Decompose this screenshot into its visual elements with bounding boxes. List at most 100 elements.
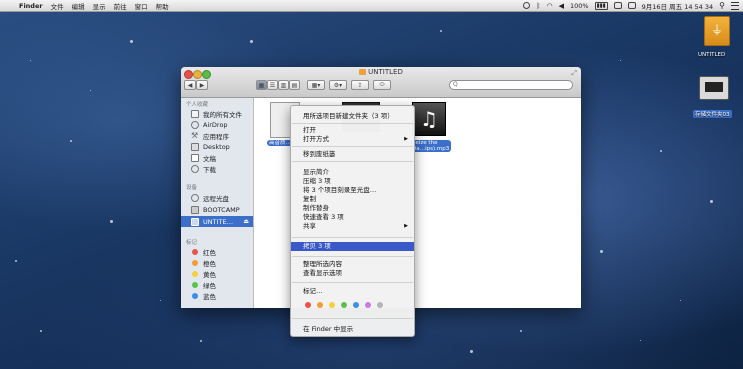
view-list-button[interactable]: ☰ (267, 80, 278, 90)
desktop-icon-untitled[interactable]: ⏚ UNTITLED (698, 14, 740, 64)
back-button[interactable]: ◀ (184, 80, 196, 90)
tag-purple-button[interactable] (365, 302, 371, 308)
sidebar-item-untitled[interactable]: UNTITE… ⏏ (181, 216, 253, 227)
input-source-icon[interactable] (627, 2, 636, 9)
sidebar-tag-orange[interactable]: 橙色 (181, 257, 253, 268)
remote-disc-icon (191, 193, 199, 202)
tag-red-button[interactable] (305, 302, 311, 308)
menu-item-duplicate[interactable]: 复制 (291, 195, 414, 203)
downloads-icon (191, 164, 199, 173)
tag-blue-dot (192, 292, 198, 299)
star (70, 140, 72, 142)
clock[interactable]: 9月16日 周五 14 54 34 (642, 1, 713, 11)
star (160, 300, 161, 301)
documents-icon (191, 153, 199, 162)
file-item[interactable]: ♫ Seize the Da…ips).mp3 (410, 102, 462, 152)
menu-separator (292, 237, 413, 238)
menu-item-compress[interactable]: 压缩 3 项 (291, 177, 414, 185)
folder-icon (359, 69, 367, 75)
menu-item-move-to-trash[interactable]: 移到废纸篓 (291, 150, 414, 158)
menu-view[interactable]: 显示 (93, 1, 106, 11)
star (40, 330, 42, 332)
sidebar-item-airdrop[interactable]: AirDrop (181, 119, 253, 130)
time-machine-icon[interactable] (523, 2, 531, 9)
menu-item-open[interactable]: 打开 (291, 126, 414, 134)
battery-percent: 100% (569, 1, 589, 10)
apple-icon[interactable] (6, 2, 14, 10)
menu-item-open-with[interactable]: 打开方式 ▶ (291, 135, 414, 143)
file-label: Seize the Da…ips).mp3 (410, 140, 452, 152)
drive-icon (191, 205, 199, 214)
menu-item-show-view-options[interactable]: 查看显示选项 (291, 269, 414, 277)
desktop-icon-folder03[interactable]: 存储文件夹03 (693, 74, 741, 124)
tag-gray-button[interactable] (377, 302, 383, 308)
view-icon-button[interactable]: ▦ (256, 80, 267, 90)
sidebar: 个人收藏 我的所有文件 AirDrop ⚒ 应用程序 Desktop 文稿 下载 … (181, 98, 254, 308)
all-files-icon (191, 109, 199, 118)
sidebar-item-documents[interactable]: 文稿 (181, 152, 253, 163)
arrange-button[interactable]: ▦▾ (307, 80, 325, 90)
display-icon[interactable] (613, 2, 622, 9)
sidebar-header-tags: 标记 (186, 240, 198, 246)
sidebar-tag-red[interactable]: 红色 (181, 246, 253, 257)
menu-item-burn-to-disc[interactable]: 将 3 个项目刻录至光盘… (291, 186, 414, 194)
window-title: UNTITLED (181, 68, 581, 76)
menu-item-reveal-in-finder[interactable]: 在 Finder 中显示 (291, 325, 414, 333)
spotlight-icon[interactable]: ⚲ (719, 1, 725, 10)
tag-blue-button[interactable] (353, 302, 359, 308)
star (520, 330, 522, 332)
sidebar-item-all-files[interactable]: 我的所有文件 (181, 108, 253, 119)
menu-separator (292, 256, 413, 257)
eject-icon[interactable]: ⏏ (243, 218, 249, 225)
tag-green-button[interactable] (341, 302, 347, 308)
sidebar-tag-blue[interactable]: 蓝色 (181, 290, 253, 301)
menu-item-share[interactable]: 共享 ▶ (291, 222, 414, 230)
battery-icon[interactable]: ▮▮▮ (594, 1, 608, 10)
sidebar-item-applications[interactable]: ⚒ 应用程序 (181, 130, 253, 141)
menu-separator (292, 282, 413, 283)
usb-drive-icon (191, 217, 199, 226)
menu-file[interactable]: 文件 (51, 1, 64, 11)
context-menu: 用所选项目新建文件夹（3 项） 打开 打开方式 ▶ 移到废纸篓 显示简介 压缩 3… (290, 105, 415, 337)
tag-orange-button[interactable] (317, 302, 323, 308)
tag-yellow-button[interactable] (329, 302, 335, 308)
sidebar-item-downloads[interactable]: 下载 (181, 163, 253, 174)
sidebar-item-bootcamp[interactable]: BOOTCAMP (181, 204, 253, 215)
menu-item-copy[interactable]: 拷贝 3 项 (291, 242, 414, 251)
menu-item-new-folder-with-selection[interactable]: 用所选项目新建文件夹（3 项） (291, 112, 414, 120)
menu-item-make-alias[interactable]: 制作替身 (291, 204, 414, 212)
bluetooth-icon[interactable]: ᛒ (536, 2, 540, 10)
wifi-icon[interactable]: ◠ (546, 2, 552, 10)
desktop-icon-label: UNTITLED (698, 52, 726, 58)
sidebar-tag-yellow[interactable]: 黄色 (181, 268, 253, 279)
share-button[interactable]: ⇪ (351, 80, 369, 90)
fullscreen-icon[interactable]: ⤢ (571, 69, 577, 78)
star (250, 40, 253, 43)
menu-item-quick-look[interactable]: 快速查看 3 项 (291, 213, 414, 221)
menu-app-finder[interactable]: Finder (19, 2, 43, 10)
search-field[interactable]: Q (449, 80, 573, 90)
sidebar-item-desktop[interactable]: Desktop (181, 141, 253, 152)
star (200, 340, 202, 342)
action-gear-button[interactable]: ⚙▾ (329, 80, 347, 90)
menu-bar: Finder 文件 编辑 显示 前往 窗口 帮助 ᛒ ◠ ◀ 100% ▮▮▮ … (0, 0, 743, 12)
volume-icon[interactable]: ◀ (559, 2, 564, 10)
view-coverflow-button[interactable]: ▤ (289, 80, 300, 90)
forward-button[interactable]: ▶ (196, 80, 208, 90)
desktop-icon (191, 142, 199, 151)
menu-window[interactable]: 窗口 (135, 1, 148, 11)
airdrop-icon (191, 120, 199, 129)
menu-go[interactable]: 前往 (114, 1, 127, 11)
sidebar-item-remote-disc[interactable]: 远程光盘 (181, 192, 253, 203)
menu-item-tags[interactable]: 标记… (291, 287, 414, 295)
view-columns-button[interactable]: ▥ (278, 80, 289, 90)
tag-yellow-dot (192, 270, 198, 277)
menu-help[interactable]: 帮助 (156, 1, 169, 11)
notification-center-icon[interactable] (731, 1, 739, 10)
tags-button[interactable]: ⬭ (373, 80, 391, 90)
menu-edit[interactable]: 编辑 (72, 1, 85, 11)
sidebar-tag-green[interactable]: 绿色 (181, 279, 253, 290)
window-titlebar[interactable]: UNTITLED ⤢ ◀ ▶ ▦ ☰ ▥ ▤ ▦▾ ⚙▾ ⇪ ⬭ Q (181, 67, 581, 98)
menu-item-clean-up-selection[interactable]: 整理所选内容 (291, 260, 414, 268)
menu-item-get-info[interactable]: 显示简介 (291, 168, 414, 176)
